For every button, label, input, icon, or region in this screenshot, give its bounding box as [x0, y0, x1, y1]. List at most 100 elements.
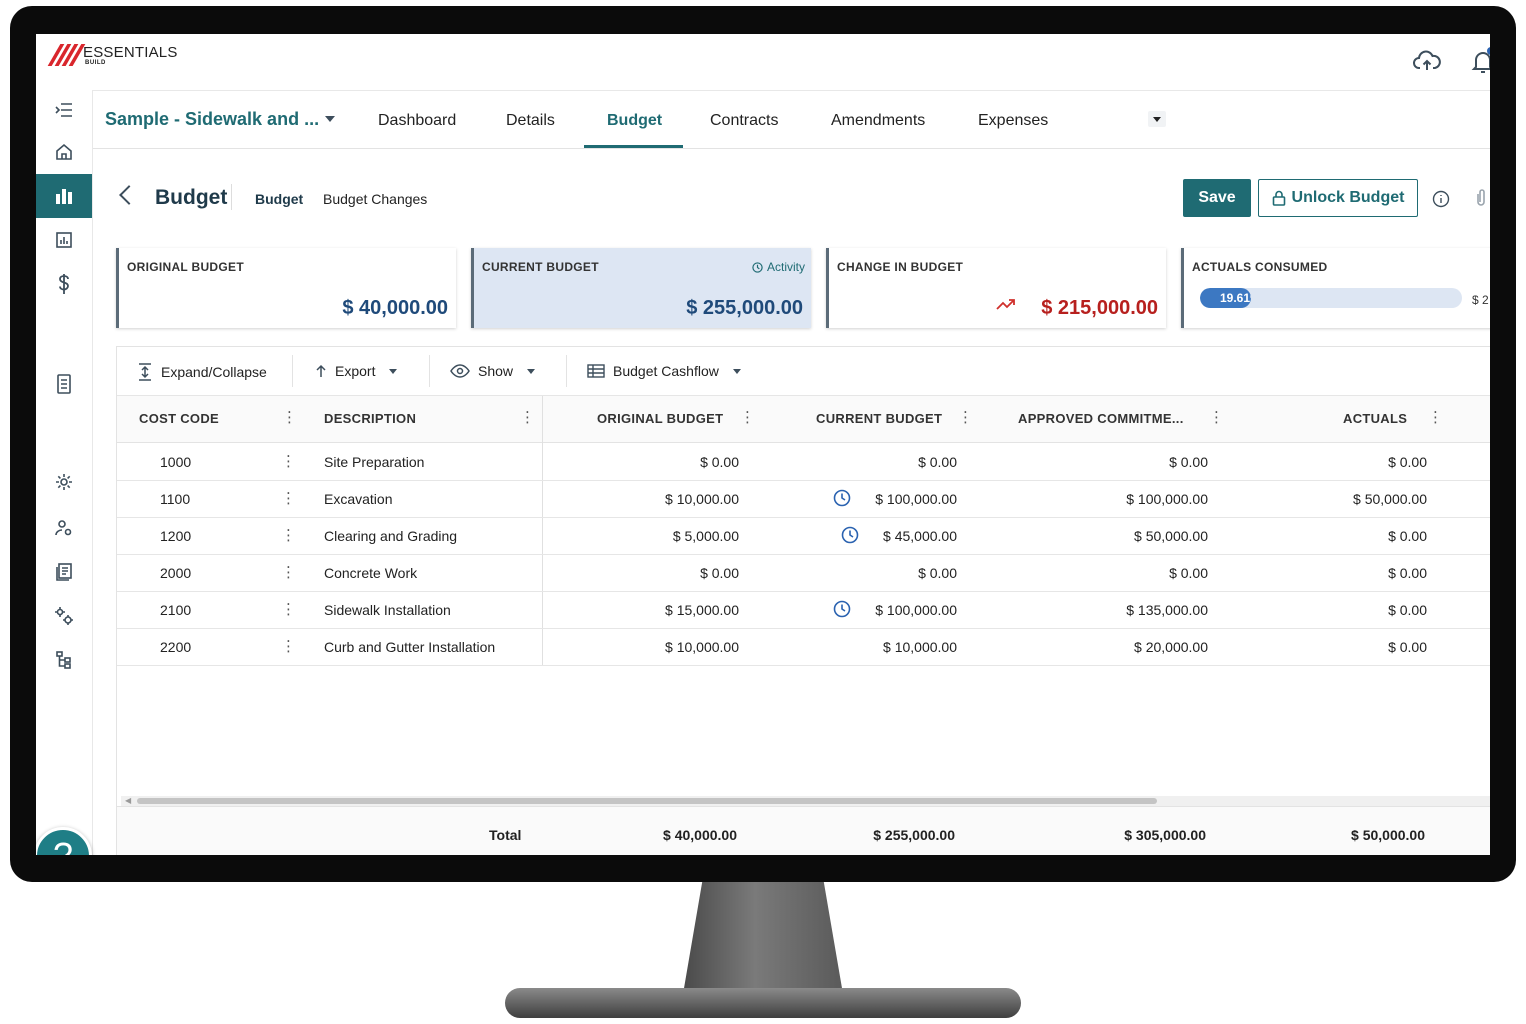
cell-cost-code: 1100 — [160, 491, 191, 507]
card-label: CURRENT BUDGET — [482, 260, 599, 274]
scroll-left-icon[interactable]: ◀ — [125, 796, 131, 805]
home-icon[interactable] — [36, 134, 92, 170]
column-menu-icon[interactable] — [282, 408, 297, 426]
info-icon[interactable] — [1432, 190, 1450, 213]
table-row[interactable]: 1000 ⋮ Site Preparation $ 0.00 $ 0.00 $ 0.00 $… — [117, 443, 1490, 481]
project-title[interactable]: Sample - Sidewalk and ... — [105, 109, 319, 130]
col-description[interactable]: DESCRIPTION — [324, 411, 416, 426]
grid-toolbar: Expand/Collapse Export Show Budget Cashf… — [117, 347, 1490, 396]
reports-icon[interactable] — [36, 222, 92, 258]
cell-actuals: $ 0.00 — [1388, 639, 1427, 655]
cell-approved-commitments: $ 100,000.00 — [1126, 491, 1208, 507]
clock-icon — [752, 261, 763, 273]
cell-original-budget: $ 15,000.00 — [665, 602, 739, 618]
expand-collapse-icon — [139, 363, 151, 381]
horizontal-scrollbar[interactable]: ◀ — [121, 796, 1490, 806]
cell-description: Site Preparation — [324, 454, 425, 470]
cell-current-budget: $ 100,000.00 — [875, 491, 957, 507]
row-menu-icon[interactable]: ⋮ — [281, 600, 296, 618]
column-menu-icon[interactable] — [1428, 408, 1443, 426]
more-tabs-dropdown-icon[interactable] — [1148, 111, 1166, 127]
column-menu-icon[interactable] — [740, 408, 755, 426]
tab-expenses[interactable]: Expenses — [978, 112, 1048, 130]
menu-collapse-icon[interactable] — [36, 92, 92, 128]
activity-clock-icon[interactable] — [833, 600, 851, 623]
show-button[interactable]: Show — [450, 363, 536, 379]
unlock-budget-button[interactable]: Unlock Budget — [1258, 179, 1418, 217]
dollar-icon[interactable] — [36, 266, 92, 302]
hierarchy-icon[interactable] — [36, 642, 92, 678]
expand-collapse-label: Expand/Collapse — [161, 364, 267, 380]
chevron-down-icon — [389, 368, 398, 374]
row-menu-icon[interactable]: ⋮ — [281, 563, 296, 581]
table-row[interactable]: 2000 ⋮ Concrete Work $ 0.00 $ 0.00 $ 0.00 $ 0.… — [117, 554, 1490, 592]
cell-actuals: $ 0.00 — [1388, 454, 1427, 470]
monitor-stand-neck — [683, 882, 843, 994]
col-current-budget[interactable]: CURRENT BUDGET — [816, 411, 942, 426]
tab-details[interactable]: Details — [506, 112, 555, 130]
row-menu-icon[interactable]: ⋮ — [281, 637, 296, 655]
show-label: Show — [478, 363, 514, 379]
cell-approved-commitments: $ 20,000.00 — [1134, 639, 1208, 655]
help-button[interactable]: ? — [36, 827, 92, 855]
tab-dashboard[interactable]: Dashboard — [378, 112, 456, 130]
table-row[interactable]: 2200 ⋮ Curb and Gutter Installation $ 10,00… — [117, 628, 1490, 666]
attachment-icon[interactable] — [1474, 188, 1488, 213]
export-button[interactable]: Export — [315, 363, 398, 379]
cell-approved-commitments: $ 0.00 — [1169, 565, 1208, 581]
cell-approved-commitments: $ 135,000.00 — [1126, 602, 1208, 618]
col-cost-code[interactable]: COST CODE — [139, 411, 219, 426]
column-menu-icon[interactable] — [958, 408, 973, 426]
tab-amendments[interactable]: Amendments — [831, 112, 925, 130]
gears-icon[interactable] — [36, 598, 92, 634]
activity-clock-icon[interactable] — [833, 489, 851, 512]
settings-icon[interactable] — [36, 464, 92, 500]
col-approved-commitments[interactable]: APPROVED COMMITME... — [1018, 411, 1184, 426]
save-button[interactable]: Save — [1183, 179, 1251, 217]
actuals-progress-fill: 19.61% — [1200, 288, 1252, 308]
page-title: Budget — [155, 186, 228, 209]
activity-clock-icon[interactable] — [841, 526, 859, 549]
toolbar-divider — [429, 355, 430, 387]
brand-sub: BUILD — [85, 59, 106, 66]
row-menu-icon[interactable]: ⋮ — [281, 526, 296, 544]
row-menu-icon[interactable]: ⋮ — [281, 489, 296, 507]
users-settings-icon[interactable] — [36, 510, 92, 546]
activity-link[interactable]: Activity — [752, 260, 805, 274]
cell-original-budget: $ 0.00 — [700, 565, 739, 581]
row-menu-icon[interactable]: ⋮ — [281, 452, 296, 470]
table-row[interactable]: 1200 ⋮ Clearing and Grading $ 5,000.00 $ 45,… — [117, 517, 1490, 555]
subtab-budget-changes[interactable]: Budget Changes — [323, 191, 427, 207]
projects-icon[interactable] — [36, 174, 92, 218]
catalog-icon[interactable] — [36, 554, 92, 590]
card-current-budget[interactable]: CURRENT BUDGET Activity $ 255,000.00 — [471, 248, 811, 328]
column-menu-icon[interactable] — [1209, 408, 1224, 426]
total-actuals: $ 50,000.00 — [1351, 827, 1425, 843]
document-icon[interactable] — [36, 366, 92, 402]
subtab-budget[interactable]: Budget — [255, 191, 303, 207]
cell-actuals: $ 0.00 — [1388, 602, 1427, 618]
tab-budget[interactable]: Budget — [607, 112, 662, 130]
bell-icon[interactable] — [1468, 46, 1490, 76]
arrow-up-icon — [316, 364, 326, 377]
col-actuals[interactable]: ACTUALS — [1343, 411, 1407, 426]
column-menu-icon[interactable] — [520, 408, 535, 426]
expand-collapse-button[interactable]: Expand/Collapse — [137, 363, 267, 381]
toolbar-divider — [292, 355, 293, 387]
brand-logo[interactable]: ESSENTIALS BUILD — [47, 44, 178, 66]
total-label: Total — [489, 827, 522, 843]
actuals-amount: $ 2 — [1472, 293, 1489, 307]
table-row[interactable]: 2100 ⋮ Sidewalk Installation $ 15,000.00 $ 1… — [117, 591, 1490, 629]
table-row[interactable]: 1100 ⋮ Excavation $ 10,000.00 $ 100,000.00 $ … — [117, 480, 1490, 518]
total-current-budget: $ 255,000.00 — [873, 827, 955, 843]
budget-cashflow-button[interactable]: Budget Cashflow — [587, 363, 741, 379]
chevron-down-icon — [732, 368, 741, 374]
back-arrow-icon[interactable] — [119, 185, 139, 205]
col-original-budget[interactable]: ORIGINAL BUDGET — [597, 411, 723, 426]
project-dropdown-icon[interactable] — [325, 116, 335, 122]
tab-contracts[interactable]: Contracts — [710, 112, 778, 130]
top-bar: ESSENTIALS BUILD — [36, 34, 1490, 91]
cloud-upload-icon[interactable] — [1412, 46, 1442, 76]
scrollbar-thumb[interactable] — [137, 798, 1157, 804]
budget-grid: Expand/Collapse Export Show Budget Cashf… — [116, 346, 1490, 855]
